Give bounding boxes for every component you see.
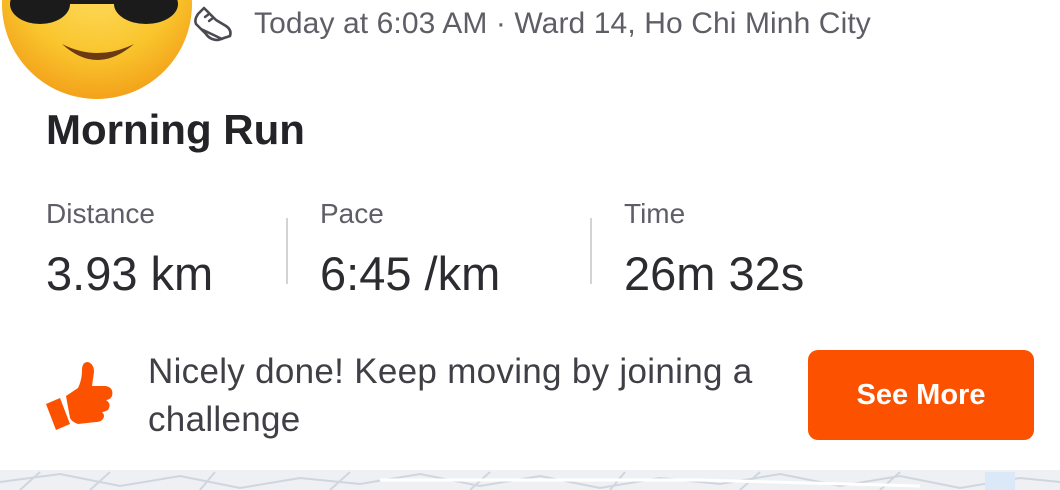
activity-stats: Distance 3.93 km Pace 6:45 /km Time 26m …	[0, 198, 1060, 308]
running-shoe-icon	[194, 6, 232, 42]
activity-title[interactable]: Morning Run	[46, 106, 305, 154]
challenge-promo: Nicely done! Keep moving by joining a ch…	[0, 342, 1060, 452]
stat-time: Time 26m 32s	[624, 198, 804, 301]
stat-distance: Distance 3.93 km	[46, 198, 213, 301]
stat-value: 26m 32s	[624, 247, 805, 300]
route-map-preview[interactable]	[0, 470, 1060, 490]
thumbs-up-icon	[46, 362, 113, 430]
stat-label: Time	[624, 198, 686, 229]
stat-value: 3.93 km	[46, 247, 214, 300]
stat-label: Pace	[320, 198, 384, 229]
see-more-button[interactable]: See More	[808, 350, 1034, 440]
stat-label: Distance	[46, 198, 155, 229]
avatar[interactable]	[0, 0, 195, 105]
stat-value: 6:45 /km	[320, 247, 501, 300]
activity-card: Today at 6:03 AM · Ward 14, Ho Chi Minh …	[0, 0, 1060, 490]
stat-divider	[590, 218, 592, 284]
stat-divider	[286, 218, 288, 284]
promo-message: Nicely done! Keep moving by joining a ch…	[148, 352, 753, 439]
activity-date-location: Today at 6:03 AM · Ward 14, Ho Chi Minh …	[254, 7, 871, 40]
activity-meta: Today at 6:03 AM · Ward 14, Ho Chi Minh …	[192, 4, 871, 44]
stat-pace: Pace 6:45 /km	[320, 198, 500, 301]
